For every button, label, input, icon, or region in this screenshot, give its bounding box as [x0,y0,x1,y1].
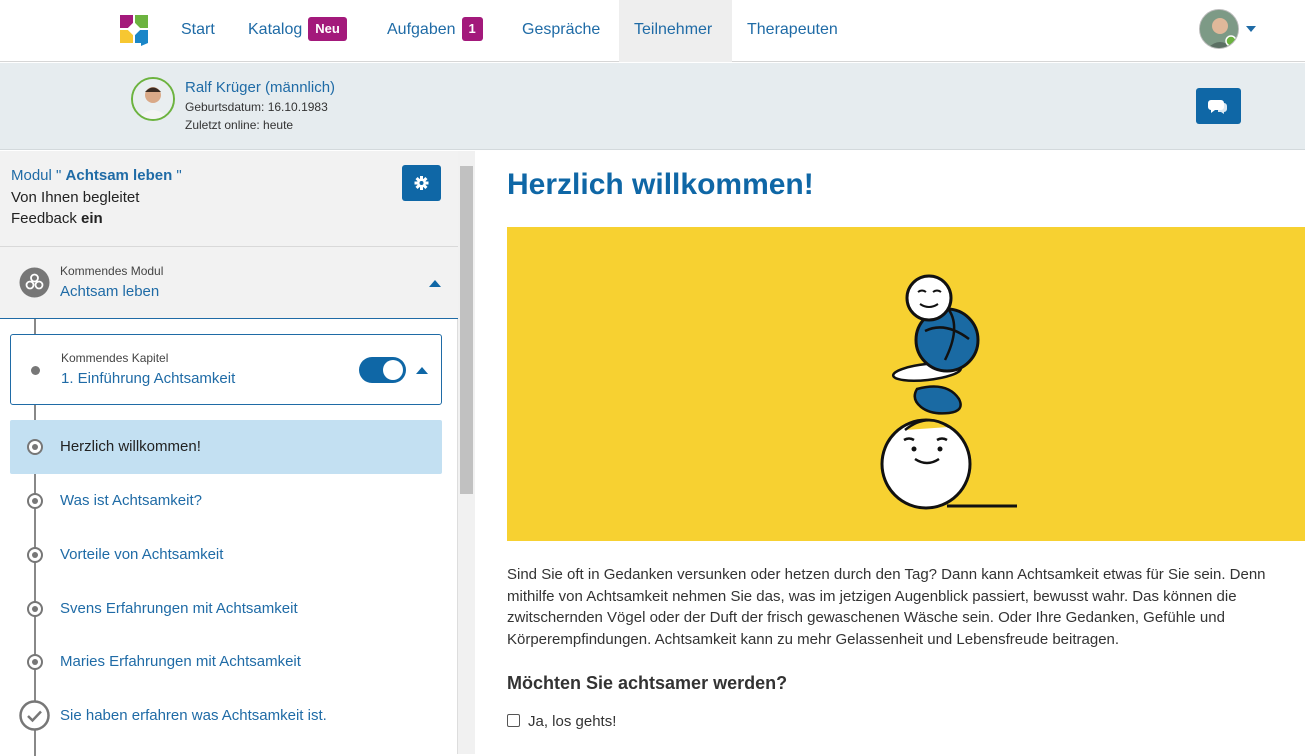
patient-birthdate: Geburtsdatum: 16.10.1983 [185,100,328,114]
patient-last-online: Zuletzt online: heute [185,118,294,132]
nav-katalog[interactable]: Katalog Neu [233,0,362,62]
question-heading: Möchten Sie achtsamer werden? [507,673,788,693]
gear-icon [414,176,429,190]
step-dot-icon [27,601,43,617]
step-was-ist-achtsamkeit[interactable]: Was ist Achtsamkeit? [0,474,458,528]
app-logo[interactable] [119,14,149,46]
nav-therapeuten-label: Therapeuten [747,21,838,38]
new-badge: Neu [308,17,347,41]
module-info-panel: Modul " Achtsam leben " Von Ihnen beglei… [0,151,458,247]
feedback-value: ein [81,210,103,227]
nav-gespraeche-label: Gespräche [522,21,601,38]
feedback-label: Feedback [11,210,77,227]
chapter-toggle[interactable] [359,357,406,383]
module-feedback: Feedback ein [11,210,103,227]
step-label: Was ist Achtsamkeit? [60,492,202,509]
step-label: Herzlich willkommen! [60,438,201,455]
module-sidebar: Modul " Achtsam leben " Von Ihnen beglei… [0,151,458,756]
step-vorteile[interactable]: Vorteile von Achtsamkeit [0,528,458,582]
step-summary[interactable]: Sie haben erfahren was Achtsamkeit ist. [0,689,458,743]
step-herzlich-willkommen[interactable]: Herzlich willkommen! [0,420,458,474]
step-label: Maries Erfahrungen mit Achtsamkeit [60,653,301,670]
nav-aufgaben-label: Aufgaben [387,21,456,38]
nav-teilnehmer-label: Teilnehmer [634,21,713,38]
opt-in-checkbox[interactable] [507,714,520,727]
step-maries-erfahrungen[interactable]: Maries Erfahrungen mit Achtsamkeit [0,635,458,689]
patient-photo-icon [133,79,173,119]
collapse-module-icon[interactable] [429,280,441,287]
nav-aufgaben[interactable]: Aufgaben 1 [372,0,498,62]
chapter-dot-icon [31,366,40,375]
collapse-chapter-icon[interactable] [416,367,428,374]
patient-avatar [131,77,175,121]
module-accompanied: Von Ihnen begleitet [11,189,140,206]
nav-gespraeche[interactable]: Gespräche [507,0,615,62]
patient-header: Ralf Krüger (männlich) Geburtsdatum: 16.… [0,63,1305,150]
opt-in-label[interactable]: Ja, los gehts! [528,713,616,730]
hero-illustration [507,227,1305,541]
top-navbar: Start Katalog Neu Aufgaben 1 Gespräche Tei… [0,0,1305,62]
module-title-prefix: Modul " [11,167,62,184]
upcoming-chapter-label: Kommendes Kapitel [61,351,169,365]
page-title: Herzlich willkommen! [507,168,814,201]
user-photo-icon [1200,10,1238,48]
step-dot-icon [27,439,43,455]
module-title-suffix: " [176,167,182,184]
nav-therapeuten[interactable]: Therapeuten [732,0,853,62]
nav-start[interactable]: Start [166,0,230,62]
intro-paragraph: Sind Sie oft in Gedanken versunken oder … [507,566,1266,648]
tasks-count-badge: 1 [461,17,483,41]
step-svens-erfahrungen[interactable]: Svens Erfahrungen mit Achtsamkeit [0,582,458,636]
step-dot-icon [27,547,43,563]
toggle-knob [383,360,403,380]
step-dot-icon [27,654,43,670]
upcoming-chapter-card[interactable]: Kommendes Kapitel 1. Einführung Achtsamk… [10,334,442,405]
patient-name[interactable]: Ralf Krüger (männlich) [185,79,335,96]
chat-icon [1208,100,1227,114]
step-dot-icon [27,493,43,509]
chat-button[interactable] [1196,88,1241,124]
upcoming-module-name: Achtsam leben [60,283,160,300]
sidebar-scrollbar[interactable] [458,151,475,754]
chevron-down-icon[interactable] [1246,26,1256,32]
balancing-figure-illustration [880,274,1017,510]
step-label: Sie haben erfahren was Achtsamkeit ist. [60,707,327,724]
step-label: Vorteile von Achtsamkeit [60,546,224,563]
checkmark-circle-icon [19,700,50,731]
upcoming-chapter-name: 1. Einführung Achtsamkeit [61,370,236,387]
nav-katalog-label: Katalog [248,21,303,38]
opt-in-row[interactable]: Ja, los gehts! [507,713,616,730]
nav-teilnehmer[interactable]: Teilnehmer [619,0,732,62]
module-title-name: Achtsam leben [65,167,173,184]
upcoming-module-header[interactable]: Kommendes Modul Achtsam leben [0,247,458,319]
modules-icon [19,267,50,298]
scrollbar-thumb[interactable] [460,166,473,494]
step-label: Svens Erfahrungen mit Achtsamkeit [60,600,298,617]
user-avatar[interactable] [1199,9,1239,49]
upcoming-module-label: Kommendes Modul [60,264,164,278]
nav-start-label: Start [181,21,215,38]
module-settings-button[interactable] [402,165,441,201]
module-title: Modul " Achtsam leben " [11,167,182,184]
